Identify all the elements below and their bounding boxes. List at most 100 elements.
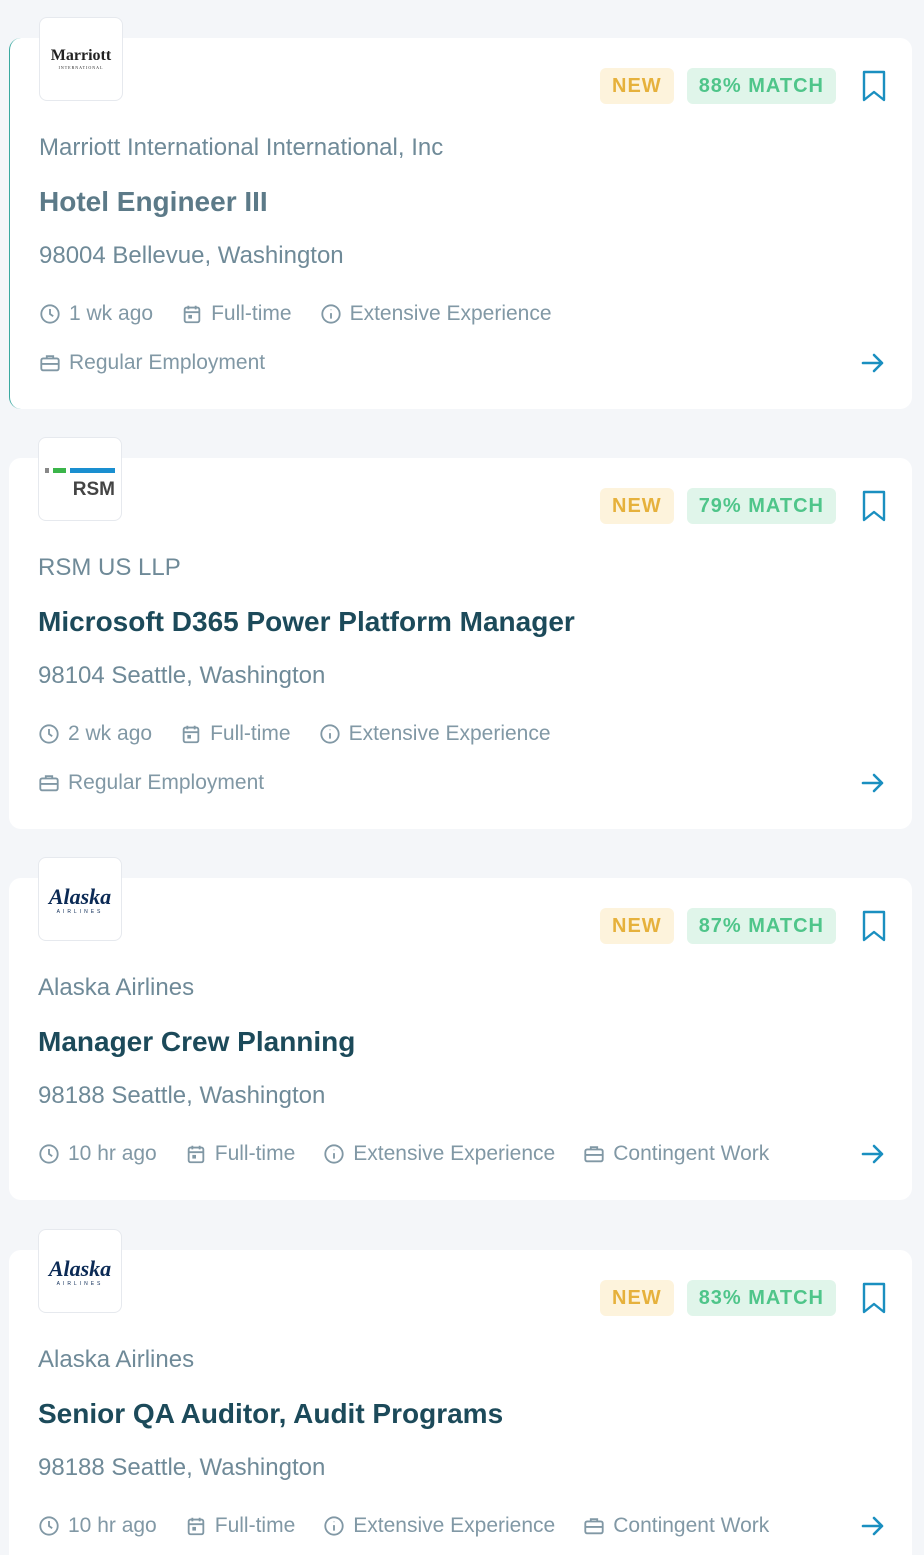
job-title[interactable]: Senior QA Auditor, Audit Programs: [38, 1398, 503, 1430]
match-badge: 79% MATCH: [686, 488, 836, 524]
schedule-text: Full-time: [211, 302, 292, 325]
info-icon: [324, 1144, 344, 1164]
info-icon: [320, 304, 341, 324]
new-badge: NEW: [600, 68, 674, 104]
briefcase-icon: [39, 775, 59, 792]
rsm-logo: RSM: [45, 468, 115, 496]
posted-text: 10 hr ago: [68, 1142, 157, 1165]
alaska-logo-text: Alaska: [47, 1256, 111, 1281]
employment-type: Contingent Work: [583, 1514, 769, 1538]
company-name: RSM US LLP: [38, 554, 181, 581]
arrow-right-icon[interactable]: [860, 350, 886, 376]
company-logo: Alaska AIRLINES: [38, 1229, 122, 1313]
marriott-logo: Marriott INTERNATIONAL: [51, 48, 111, 70]
job-location: 98104 Seattle, Washington: [38, 662, 326, 689]
alaska-logo-subtext: AIRLINES: [57, 1281, 104, 1287]
job-list: Marriott INTERNATIONAL NEW 88% MATCH Mar…: [0, 0, 924, 1555]
job-title[interactable]: Hotel Engineer III: [39, 186, 268, 218]
calendar-icon: [187, 1145, 204, 1164]
experience-text: Extensive Experience: [348, 722, 551, 745]
job-title[interactable]: Manager Crew Planning: [38, 1026, 355, 1058]
match-badge: 88% MATCH: [686, 68, 836, 104]
new-badge: NEW: [600, 908, 674, 944]
experience: Extensive Experience: [319, 722, 551, 746]
new-badge: NEW: [600, 488, 674, 524]
info-icon: [319, 724, 340, 744]
bookmark-icon[interactable]: [861, 910, 887, 942]
schedule: Full-time: [181, 302, 292, 326]
company-name: Alaska Airlines: [38, 1346, 195, 1373]
arrow-right-icon[interactable]: [860, 1141, 886, 1167]
job-card[interactable]: Marriott INTERNATIONAL NEW 88% MATCH Mar…: [9, 17, 912, 409]
badges: NEW 87% MATCH: [600, 908, 836, 944]
briefcase-icon: [584, 1146, 604, 1163]
schedule: Full-time: [185, 1142, 296, 1166]
bookmark-icon[interactable]: [861, 70, 887, 102]
schedule-text: Full-time: [214, 1514, 296, 1537]
job-card[interactable]: Alaska AIRLINES NEW 87% MATCH Alaska Air…: [9, 857, 912, 1200]
rsm-logo-text: RSM: [73, 479, 115, 496]
arrow-right-icon[interactable]: [860, 1513, 886, 1539]
posted-date: 10 hr ago: [38, 1514, 157, 1538]
employment-type: Contingent Work: [583, 1142, 769, 1166]
company-logo: RSM: [38, 437, 122, 521]
badges: NEW 88% MATCH: [600, 68, 836, 104]
clock-icon: [39, 724, 59, 744]
briefcase-icon: [584, 1518, 604, 1535]
posted-text: 10 hr ago: [68, 1514, 157, 1537]
employment-text: Contingent Work: [613, 1514, 770, 1537]
experience: Extensive Experience: [323, 1514, 555, 1538]
badges: NEW 79% MATCH: [600, 488, 836, 524]
job-meta: 1 wk ago Full-time Extensive Experience: [39, 302, 552, 326]
arrow-right-icon[interactable]: [860, 770, 886, 796]
employment-text: Contingent Work: [613, 1142, 770, 1165]
experience-text: Extensive Experience: [349, 302, 552, 325]
job-meta-2: Regular Employment: [38, 771, 264, 795]
alaska-logo: Alaska AIRLINES: [47, 1256, 111, 1287]
alaska-logo-text: Alaska: [47, 884, 111, 909]
schedule-text: Full-time: [214, 1142, 296, 1165]
calendar-icon: [183, 305, 201, 324]
badges: NEW 83% MATCH: [600, 1280, 836, 1316]
posted-date: 10 hr ago: [38, 1142, 157, 1166]
bookmark-icon[interactable]: [861, 490, 887, 522]
posted-date: 2 wk ago: [38, 722, 152, 746]
employment-type: Regular Employment: [38, 771, 264, 795]
experience-text: Extensive Experience: [353, 1142, 556, 1165]
job-card[interactable]: RSM NEW 79% MATCH RSM US LLP Microsoft D…: [9, 437, 912, 829]
job-meta-2: Regular Employment: [39, 351, 265, 375]
experience-text: Extensive Experience: [353, 1514, 556, 1537]
company-logo: Alaska AIRLINES: [38, 857, 122, 941]
job-meta: 10 hr ago Full-time Extensive Experience…: [38, 1514, 769, 1538]
experience: Extensive Experience: [320, 302, 552, 326]
employment-text: Regular Employment: [68, 771, 265, 794]
job-card[interactable]: Alaska AIRLINES NEW 83% MATCH Alaska Air…: [9, 1229, 912, 1555]
schedule: Full-time: [185, 1514, 296, 1538]
alaska-logo: Alaska AIRLINES: [47, 884, 111, 915]
posted-text: 1 wk ago: [69, 302, 154, 325]
employment-type: Regular Employment: [39, 351, 265, 375]
alaska-logo-subtext: AIRLINES: [57, 909, 104, 915]
briefcase-icon: [40, 355, 60, 372]
job-meta: 2 wk ago Full-time Extensive Experience: [38, 722, 551, 746]
company-name: Marriott International International, In…: [39, 134, 444, 161]
company-name: Alaska Airlines: [38, 974, 195, 1001]
calendar-icon: [187, 1517, 204, 1536]
job-location: 98188 Seattle, Washington: [38, 1082, 326, 1109]
info-icon: [324, 1516, 344, 1536]
clock-icon: [39, 1144, 59, 1164]
schedule: Full-time: [180, 722, 291, 746]
employment-text: Regular Employment: [69, 351, 266, 374]
posted-date: 1 wk ago: [39, 302, 153, 326]
job-location: 98188 Seattle, Washington: [38, 1454, 326, 1481]
schedule-text: Full-time: [210, 722, 291, 745]
match-badge: 87% MATCH: [686, 908, 836, 944]
logo-text: Marriott: [50, 47, 112, 64]
match-badge: 83% MATCH: [686, 1280, 836, 1316]
clock-icon: [39, 1516, 59, 1536]
clock-icon: [40, 304, 60, 324]
new-badge: NEW: [600, 1280, 674, 1316]
bookmark-icon[interactable]: [861, 1282, 887, 1314]
company-logo: Marriott INTERNATIONAL: [39, 17, 123, 101]
job-title[interactable]: Microsoft D365 Power Platform Manager: [38, 606, 575, 638]
